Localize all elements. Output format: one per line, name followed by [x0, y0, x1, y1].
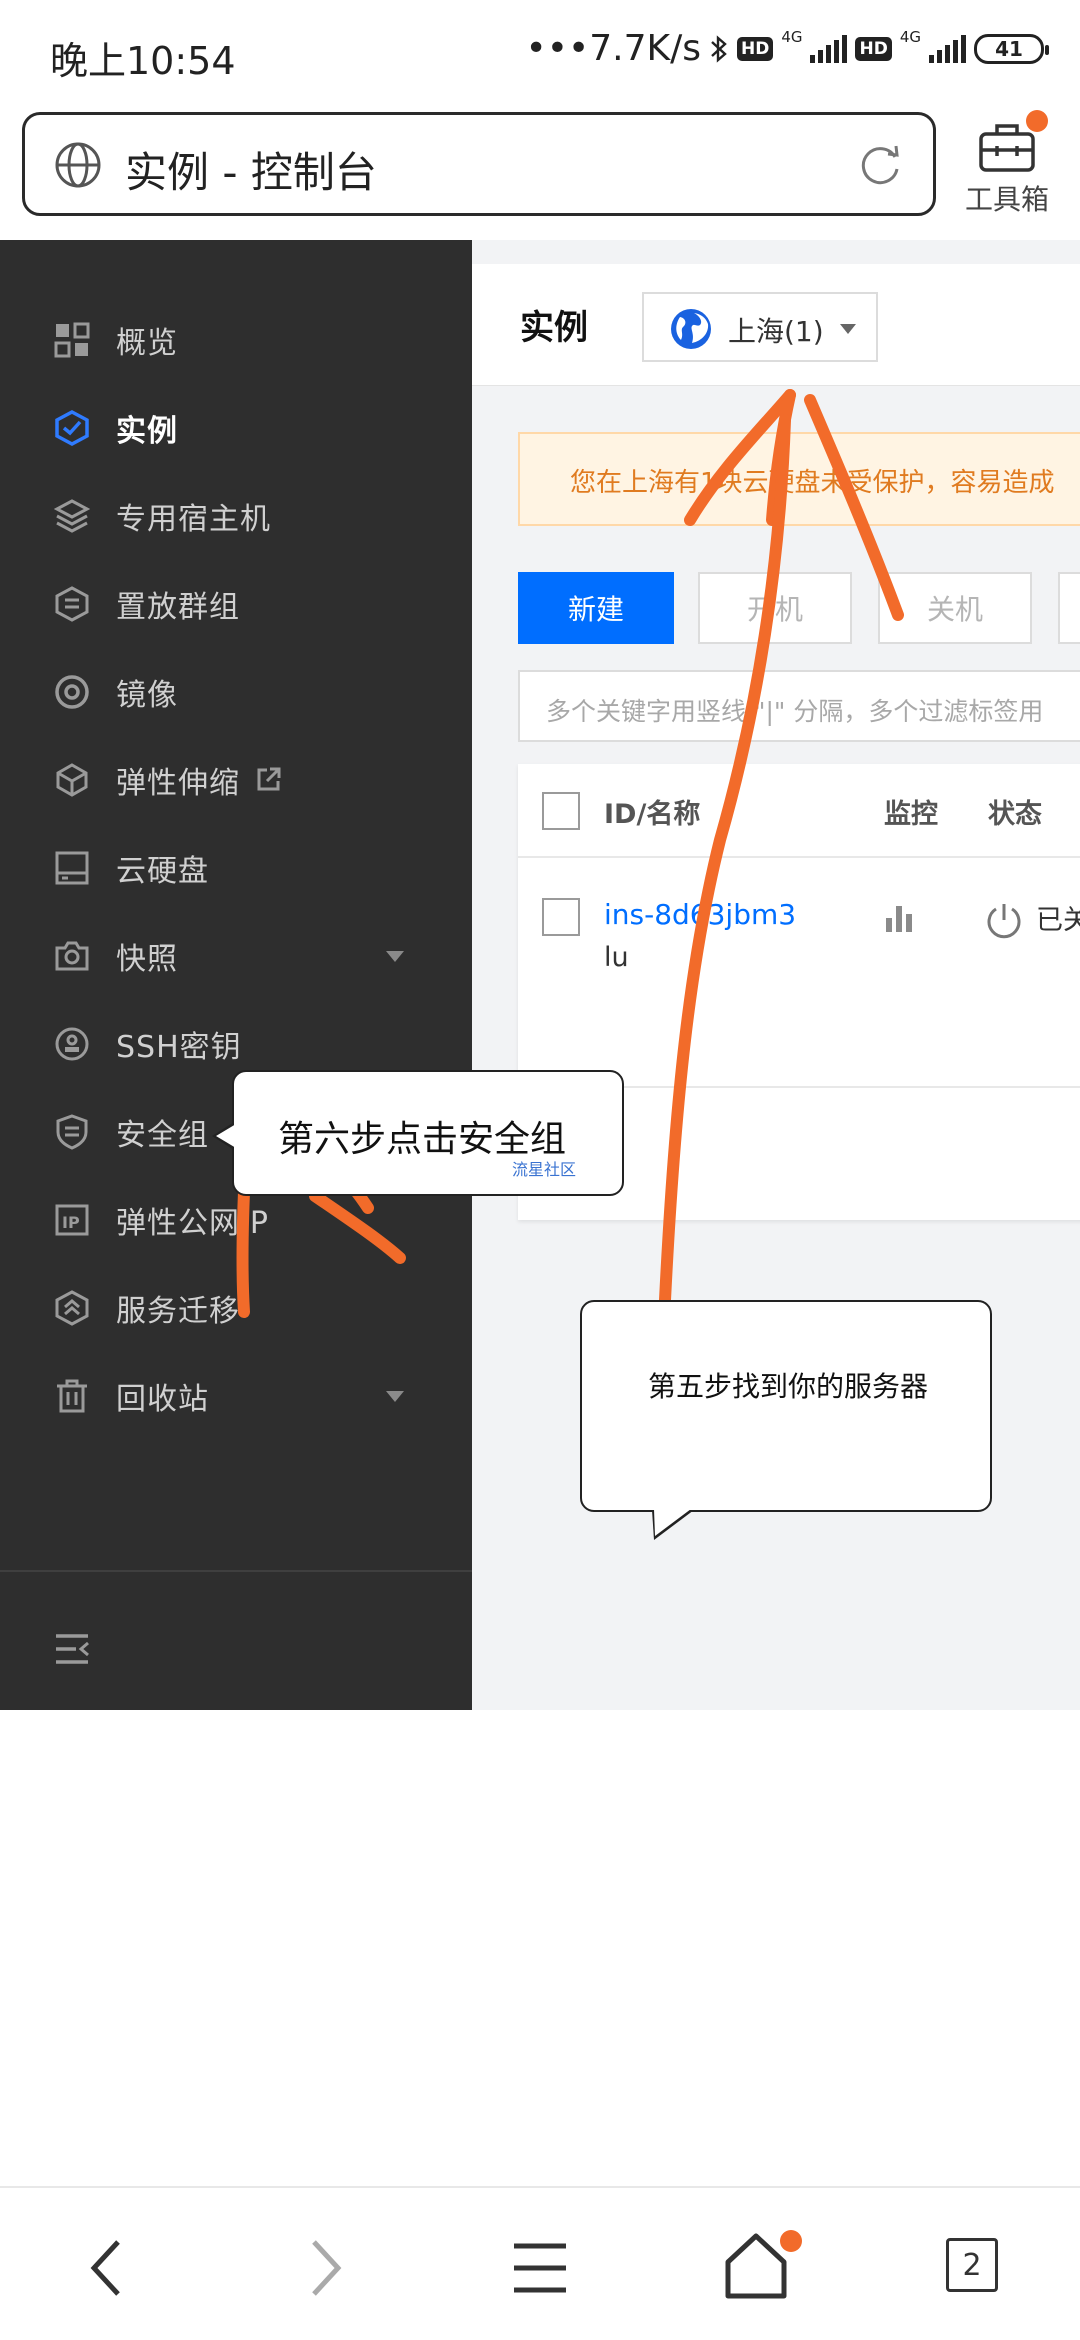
cloud-disk-icon: [55, 851, 89, 885]
row-checkbox[interactable]: [542, 898, 580, 936]
back-icon[interactable]: [68, 2228, 148, 2308]
svg-text:IP: IP: [62, 1213, 80, 1232]
page-title: 实例 - 控制台: [125, 148, 377, 197]
step-six-callout: 第六步点击安全组 流星社区: [212, 1070, 624, 1196]
instance-id-link[interactable]: ins-8d63jbm3: [604, 898, 796, 931]
sidebar-item-label: 安全组: [116, 1118, 209, 1153]
alert-text: 您在上海有1块云硬盘未受保护，容易造成: [570, 468, 1055, 498]
notification-dot: [1026, 110, 1048, 132]
column-header-monitor: 监控: [884, 799, 938, 830]
snapshot-icon: [55, 941, 89, 971]
sidebar-item-label: 回收站: [116, 1382, 209, 1417]
search-input[interactable]: 多个关键字用竖线 "|" 分隔，多个过滤标签用: [518, 670, 1080, 742]
sidebar-item-label: 实例: [116, 414, 178, 449]
dedicated-host-icon: [54, 499, 90, 533]
network-speed: •••7.7K/s: [525, 28, 701, 69]
placement-group-icon: [55, 586, 89, 622]
stop-button[interactable]: 关机: [878, 572, 1032, 644]
sidebar-item-label: 弹性伸缩: [116, 766, 240, 801]
search-placeholder: 多个关键字用竖线 "|" 分隔，多个过滤标签用: [546, 697, 1044, 726]
tabs-button[interactable]: 2: [946, 2238, 998, 2292]
sidebar-item-label: 云硬盘: [116, 854, 209, 889]
migration-icon: [55, 1290, 89, 1326]
monitor-chart-icon[interactable]: [884, 904, 914, 932]
start-button[interactable]: 开机: [698, 572, 852, 644]
external-link-icon: [257, 767, 281, 791]
watermark-text: 流星社区: [511, 1160, 576, 1179]
power-off-icon: [987, 904, 1021, 939]
instance-page-title: 实例: [520, 308, 588, 348]
caret-down-icon: [840, 324, 856, 334]
sidebar-item-label: 置放群组: [116, 590, 240, 625]
step-six-text: 第六步点击安全组: [278, 1119, 567, 1160]
instance-name: lu: [604, 942, 629, 973]
bottom-navigation: 2: [0, 2186, 1080, 2340]
sidebar-item-auto-scaling[interactable]: 弹性伸缩: [0, 740, 472, 820]
status-time: 晚上10:54: [50, 39, 236, 83]
hd-badge-2: HD: [855, 36, 892, 61]
sidebar-item-instance[interactable]: 实例: [0, 388, 472, 468]
table-header: ID/名称 监控 状态: [518, 764, 1080, 858]
collapse-sidebar-icon[interactable]: [54, 1632, 90, 1666]
sidebar: 概览 实例 专用宿主机 置放群组 镜像 弹性伸缩 云硬盘 快照 SSH密钥 安全…: [0, 240, 472, 1710]
battery-indicator: 41: [974, 33, 1049, 64]
image-icon: [55, 675, 89, 709]
sidebar-item-label: 弹性公网IP: [116, 1206, 269, 1241]
trash-icon: [57, 1379, 87, 1413]
step-five-text: 第五步找到你的服务器: [647, 1370, 928, 1403]
instance-status: 已关: [1036, 905, 1080, 936]
column-header-id: ID/名称: [604, 799, 701, 830]
sidebar-item-label: 服务迁移: [116, 1294, 240, 1329]
shield-icon: [56, 1114, 88, 1150]
net-type-label: 4G: [781, 27, 803, 46]
sidebar-item-snapshot[interactable]: 快照: [0, 916, 472, 996]
hd-badge: HD: [736, 36, 774, 61]
main-header: 实例 上海(1): [472, 264, 1080, 386]
menu-icon[interactable]: [500, 2228, 580, 2308]
sidebar-item-label: 镜像: [116, 678, 178, 713]
signal-icon: [810, 34, 848, 63]
home-notification-dot: [780, 2230, 802, 2252]
sidebar-item-label: 概览: [116, 326, 178, 361]
overview-icon: [54, 322, 90, 358]
status-bar: 晚上10:54 •••7.7K/s HD 4G HD 4G 41: [0, 0, 1080, 105]
status-indicators: •••7.7K/s HD 4G HD 4G 41: [525, 27, 1049, 69]
sidebar-item-migration[interactable]: 服务迁移: [0, 1268, 472, 1348]
region-label: 上海(1): [728, 315, 824, 348]
sidebar-item-label: 专用宿主机: [116, 502, 271, 537]
chevron-down-icon: [386, 1391, 404, 1402]
auto-scaling-icon: [56, 763, 88, 797]
step-five-callout: 第五步找到你的服务器: [580, 1300, 992, 1540]
globe-icon: [55, 142, 101, 188]
sidebar-item-image[interactable]: 镜像: [0, 652, 472, 732]
sidebar-item-label: SSH密钥: [116, 1030, 242, 1065]
select-all-checkbox[interactable]: [542, 792, 580, 830]
sidebar-item-placement-group[interactable]: 置放群组: [0, 564, 472, 644]
reload-icon[interactable]: [855, 141, 905, 191]
toolbox-label: 工具箱: [964, 183, 1049, 216]
region-globe-icon: [671, 309, 711, 349]
chevron-down-icon: [386, 951, 404, 962]
sidebar-item-recycle-bin[interactable]: 回收站: [0, 1356, 472, 1436]
alert-banner: 您在上海有1块云硬盘未受保护，容易造成: [518, 432, 1080, 526]
toolbox-button[interactable]: 工具箱: [952, 108, 1062, 228]
more-button[interactable]: [1058, 572, 1080, 644]
url-bar[interactable]: 实例 - 控制台: [22, 112, 936, 216]
region-select[interactable]: 上海(1): [642, 292, 878, 362]
bluetooth-icon: [711, 34, 727, 63]
forward-icon[interactable]: [284, 2228, 364, 2308]
create-button[interactable]: 新建: [518, 572, 674, 644]
ssh-key-icon: [55, 1027, 89, 1061]
eip-icon: IP: [55, 1204, 89, 1236]
signal-icon-2: [929, 34, 966, 63]
sidebar-item-overview[interactable]: 概览: [0, 300, 472, 380]
instance-icon: [55, 410, 89, 446]
net-type-label-2: 4G: [899, 27, 921, 46]
sidebar-item-cloud-disk[interactable]: 云硬盘: [0, 828, 472, 908]
column-header-status: 状态: [988, 799, 1042, 830]
sidebar-divider: [0, 1570, 472, 1572]
sidebar-item-label: 快照: [116, 942, 178, 977]
sidebar-item-dedicated-host[interactable]: 专用宿主机: [0, 476, 472, 556]
